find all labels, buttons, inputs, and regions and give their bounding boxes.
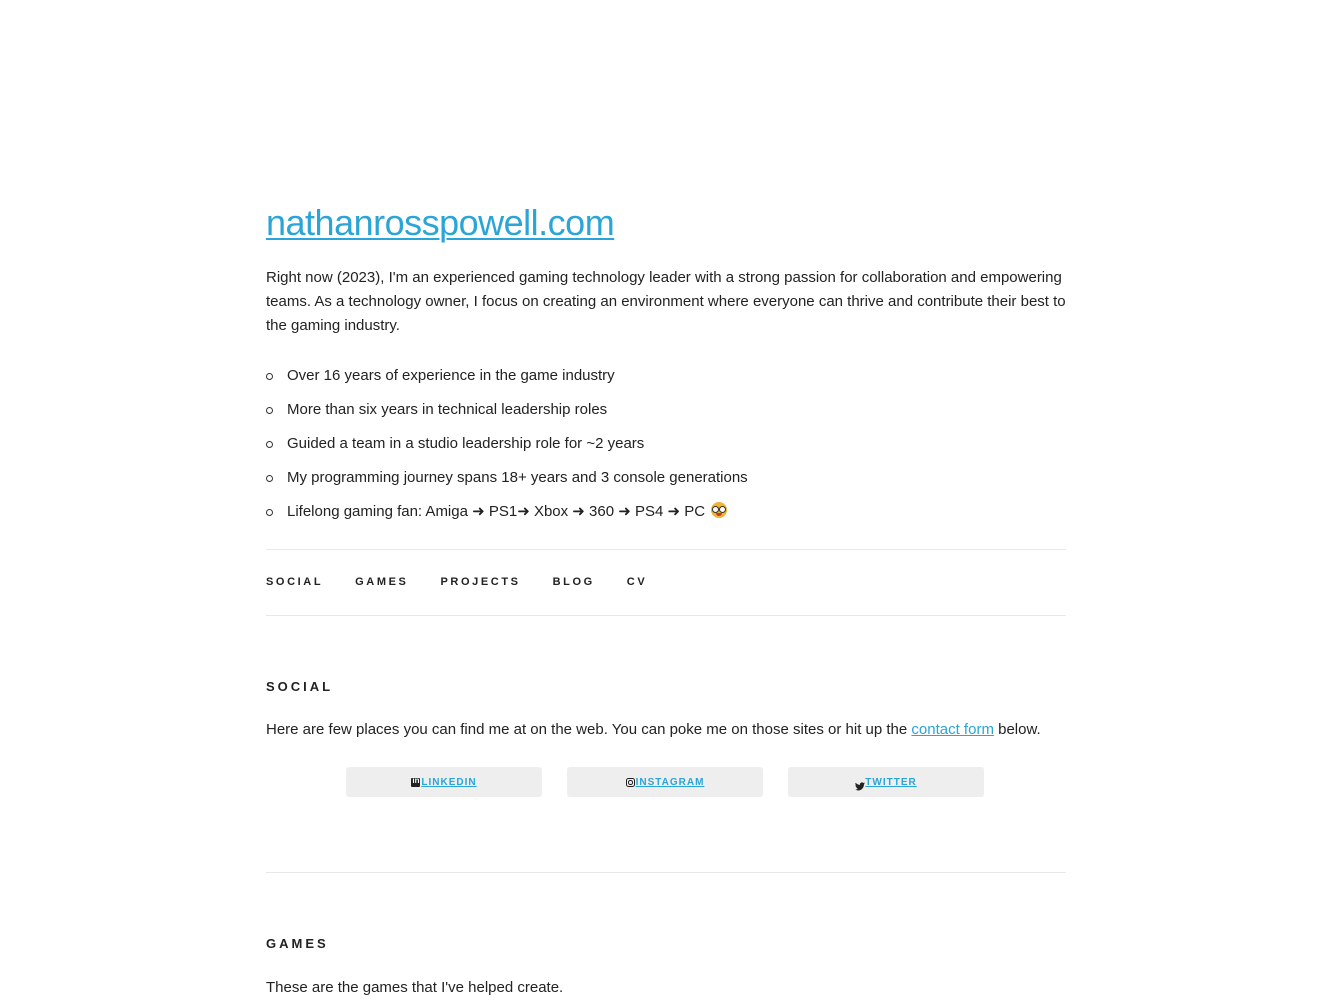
divider: [266, 615, 1066, 616]
bullet-icon: [266, 475, 273, 482]
nav-item-social[interactable]: SOCIAL: [266, 572, 323, 592]
list-item: Guided a team in a studio leadership rol…: [266, 430, 748, 464]
bullet-icon: [266, 407, 273, 414]
instagram-icon: [625, 777, 635, 787]
social-intro-text: Here are few places you can find me at o…: [266, 721, 912, 738]
fact-text: My programming journey spans 18+ years a…: [287, 469, 748, 486]
section-nav: SOCIAL GAMES PROJECTS BLOG CV: [266, 572, 679, 592]
list-item: More than six years in technical leaders…: [266, 396, 748, 430]
facts-list: Over 16 years of experience in the game …: [266, 362, 748, 532]
instagram-label: INSTAGRAM: [635, 776, 705, 788]
site-title-link[interactable]: nathanrosspowell.com: [266, 202, 615, 243]
twitter-label: TWITTER: [865, 776, 917, 788]
fact-text: Guided a team in a studio leadership rol…: [287, 435, 645, 452]
nav-item-cv[interactable]: CV: [627, 572, 647, 592]
divider: [266, 872, 1066, 873]
site-title: nathanrosspowell.com: [266, 198, 615, 248]
fact-text: More than six years in technical leaders…: [287, 401, 608, 418]
divider: [266, 549, 1066, 550]
bullet-icon: [266, 373, 273, 380]
list-item: Over 16 years of experience in the game …: [266, 362, 748, 396]
fact-text: Lifelong gaming fan: Amiga ➜ PS1➜ Xbox ➜…: [287, 503, 706, 520]
games-intro: These are the games that I've helped cre…: [266, 979, 564, 996]
list-item: My programming journey spans 18+ years a…: [266, 464, 748, 498]
nav-item-blog[interactable]: BLOG: [553, 572, 595, 592]
social-intro: Here are few places you can find me at o…: [266, 718, 1066, 742]
nav-item-projects[interactable]: PROJECTS: [441, 572, 521, 592]
linkedin-button[interactable]: LINKEDIN: [346, 767, 542, 797]
social-heading: SOCIAL: [266, 679, 334, 694]
fact-text: Over 16 years of experience in the game …: [287, 367, 615, 384]
nerd-face-icon: [711, 502, 728, 518]
twitter-icon: [855, 778, 866, 790]
social-buttons: LINKEDIN INSTAGRAM TWITTER: [346, 767, 1009, 797]
instagram-button[interactable]: INSTAGRAM: [567, 767, 763, 797]
list-item: Lifelong gaming fan: Amiga ➜ PS1➜ Xbox ➜…: [266, 498, 748, 532]
twitter-button[interactable]: TWITTER: [788, 767, 984, 797]
nav-item-games[interactable]: GAMES: [355, 572, 408, 592]
bullet-icon: [266, 441, 273, 448]
linkedin-icon: [411, 776, 421, 787]
games-heading: GAMES: [266, 936, 329, 951]
contact-form-link[interactable]: contact form: [911, 721, 994, 738]
social-intro-text-end: below.: [993, 721, 1041, 738]
intro-paragraph: Right now (2023), I'm an experienced gam…: [266, 269, 1066, 334]
linkedin-label: LINKEDIN: [421, 776, 477, 788]
bullet-icon: [266, 509, 273, 516]
